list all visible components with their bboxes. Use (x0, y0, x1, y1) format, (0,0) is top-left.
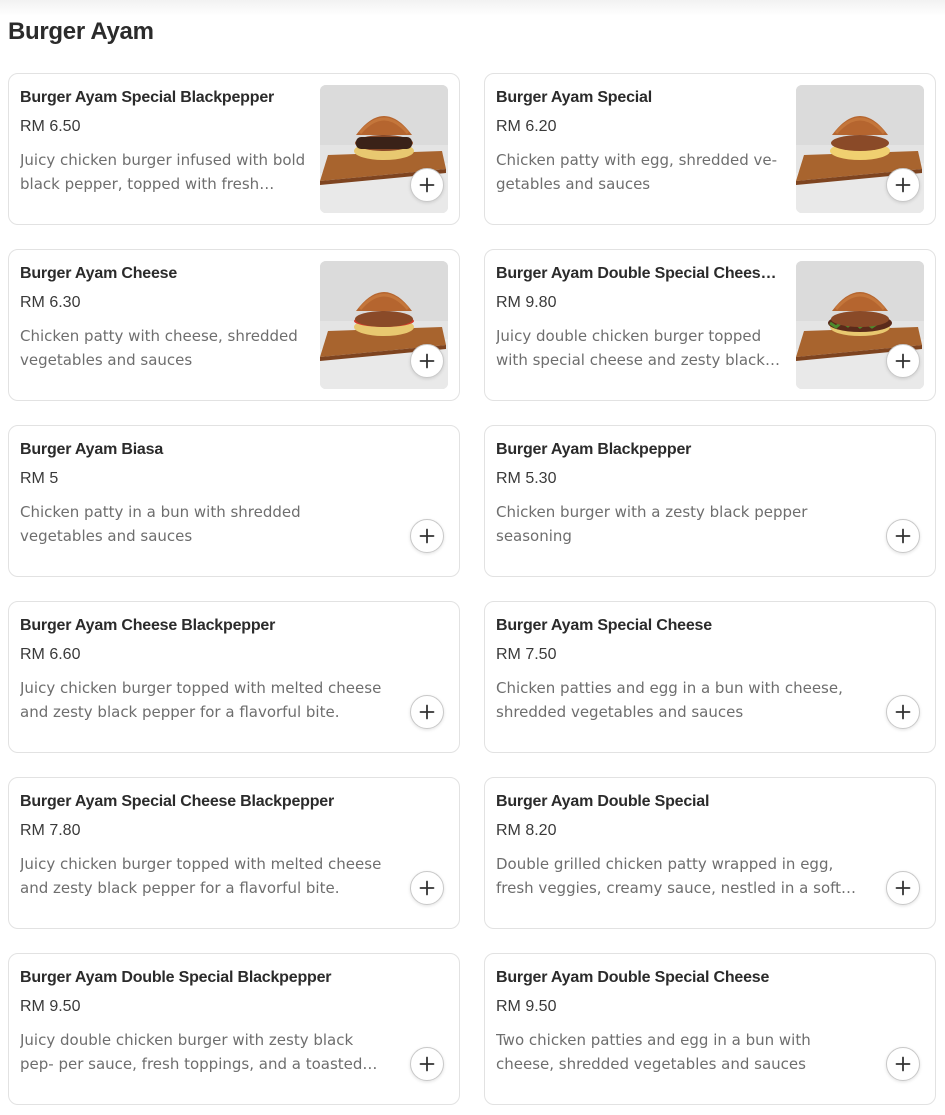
menu-item-description: Two chicken patties and egg in a bun wit… (496, 1031, 811, 1073)
add-to-cart-button[interactable] (410, 871, 444, 905)
menu-item-description: Juicy chicken burger infused with bold b… (20, 151, 306, 193)
add-to-cart-button[interactable] (410, 344, 444, 378)
menu-item-price: RM 5 (20, 470, 59, 487)
menu-item-info: Burger Ayam Double Special Blackpepper R… (20, 968, 447, 1076)
menu-item-card[interactable]: Burger Ayam Special Blackpepper RM 6.50 … (8, 73, 460, 225)
menu-item-info: Burger Ayam Double Special Chees… RM 9.8… (496, 264, 785, 372)
menu-item-card[interactable]: Burger Ayam Cheese RM 6.30 Chicken patty… (8, 249, 460, 401)
add-to-cart-button[interactable] (410, 519, 444, 553)
add-to-cart-button[interactable] (410, 168, 444, 202)
add-to-cart-button[interactable] (410, 695, 444, 729)
menu-item-description: Double grilled chicken patty wrapped in … (496, 855, 842, 897)
plus-icon (419, 704, 435, 720)
menu-item-info: Burger Ayam Special Cheese RM 7.50 Chick… (496, 616, 923, 724)
menu-item-name: Burger Ayam Blackpepper (496, 441, 692, 458)
menu-item-name: Burger Ayam Special Cheese Blackpepper (20, 793, 335, 810)
menu-item-price: RM 9.50 (20, 998, 81, 1015)
menu-item-card[interactable]: Burger Ayam Double Special Cheese RM 9.5… (484, 953, 936, 1105)
menu-item-info: Burger Ayam Special Blackpepper RM 6.50 … (20, 88, 309, 196)
menu-item-name: Burger Ayam Cheese Blackpepper (20, 617, 276, 634)
header-shadow (0, 0, 945, 16)
menu-item-description: Chicken patties and egg in a bun with ch… (496, 679, 843, 721)
menu-item-price: RM 6.20 (496, 118, 557, 135)
menu-item-name: Burger Ayam Special Cheese (496, 617, 712, 634)
menu-item-name: Burger Ayam Double Special Blackpepper (20, 969, 332, 986)
plus-icon (895, 704, 911, 720)
menu-item-card[interactable]: Burger Ayam Special RM 6.20 Chicken patt… (484, 73, 936, 225)
plus-icon (895, 1056, 911, 1072)
menu-item-info: Burger Ayam Special RM 6.20 Chicken patt… (496, 88, 785, 196)
menu-item-description: Chicken patty with cheese, shredded vege… (20, 327, 298, 369)
menu-item-name: Burger Ayam Special (496, 89, 652, 106)
menu-item-card[interactable]: Burger Ayam Biasa RM 5 Chicken patty in … (8, 425, 460, 577)
plus-icon (895, 880, 911, 896)
menu-item-description: Chicken burger with a zesty black pepper… (496, 503, 808, 545)
plus-icon (419, 880, 435, 896)
menu-item-info: Burger Ayam Blackpepper RM 5.30 Chicken … (496, 440, 923, 548)
menu-grid: Burger Ayam Special Blackpepper RM 6.50 … (8, 73, 936, 1105)
add-to-cart-button[interactable] (886, 871, 920, 905)
menu-item-description: Juicy double chicken burger topped with … (496, 327, 780, 369)
menu-item-name: Burger Ayam Double Special Cheese (496, 969, 770, 986)
add-to-cart-button[interactable] (886, 519, 920, 553)
menu-item-name: Burger Ayam Special Blackpepper (20, 89, 275, 106)
menu-item-card[interactable]: Burger Ayam Special Cheese Blackpepper R… (8, 777, 460, 929)
menu-item-name: Burger Ayam Cheese (20, 265, 178, 282)
plus-icon (419, 177, 435, 193)
menu-item-card[interactable]: Burger Ayam Double Special Chees… RM 9.8… (484, 249, 936, 401)
menu-item-price: RM 6.60 (20, 646, 81, 663)
add-to-cart-button[interactable] (410, 1047, 444, 1081)
menu-item-info: Burger Ayam Special Cheese Blackpepper R… (20, 792, 447, 900)
menu-item-price: RM 9.80 (496, 294, 557, 311)
menu-item-price: RM 6.30 (20, 294, 81, 311)
menu-item-info: Burger Ayam Double Special RM 8.20 Doubl… (496, 792, 923, 900)
add-to-cart-button[interactable] (886, 1047, 920, 1081)
add-to-cart-button[interactable] (886, 168, 920, 202)
menu-item-card[interactable]: Burger Ayam Cheese Blackpepper RM 6.60 J… (8, 601, 460, 753)
plus-icon (895, 353, 911, 369)
menu-item-description: Juicy chicken burger topped with melted … (20, 679, 382, 721)
plus-icon (419, 1056, 435, 1072)
menu-item-description: Juicy chicken burger topped with melted … (20, 855, 382, 897)
menu-item-info: Burger Ayam Biasa RM 5 Chicken patty in … (20, 440, 447, 548)
menu-item-name: Burger Ayam Biasa (20, 441, 164, 458)
menu-item-card[interactable]: Burger Ayam Special Cheese RM 7.50 Chick… (484, 601, 936, 753)
menu-item-info: Burger Ayam Cheese Blackpepper RM 6.60 J… (20, 616, 447, 724)
menu-item-price: RM 7.80 (20, 822, 81, 839)
add-to-cart-button[interactable] (886, 344, 920, 378)
plus-icon (419, 353, 435, 369)
plus-icon (895, 177, 911, 193)
menu-item-name: Burger Ayam Double Special Chees… (496, 265, 777, 282)
menu-item-name: Burger Ayam Double Special (496, 793, 710, 810)
plus-icon (419, 528, 435, 544)
menu-item-price: RM 8.20 (496, 822, 557, 839)
menu-item-info: Burger Ayam Double Special Cheese RM 9.5… (496, 968, 923, 1076)
menu-item-price: RM 7.50 (496, 646, 557, 663)
menu-item-description: Chicken patty in a bun with shredded veg… (20, 503, 301, 545)
plus-icon (895, 528, 911, 544)
menu-item-description: Chicken patty with egg, shredded ve- get… (496, 151, 778, 193)
section-title: Burger Ayam (8, 18, 154, 45)
menu-item-price: RM 5.30 (496, 470, 557, 487)
menu-item-card[interactable]: Burger Ayam Blackpepper RM 5.30 Chicken … (484, 425, 936, 577)
menu-item-price: RM 6.50 (20, 118, 81, 135)
menu-item-price: RM 9.50 (496, 998, 557, 1015)
menu-item-info: Burger Ayam Cheese RM 6.30 Chicken patty… (20, 264, 309, 372)
menu-item-card[interactable]: Burger Ayam Double Special RM 8.20 Doubl… (484, 777, 936, 929)
menu-item-description: Juicy double chicken burger with zesty b… (20, 1031, 363, 1073)
add-to-cart-button[interactable] (886, 695, 920, 729)
menu-item-card[interactable]: Burger Ayam Double Special Blackpepper R… (8, 953, 460, 1105)
